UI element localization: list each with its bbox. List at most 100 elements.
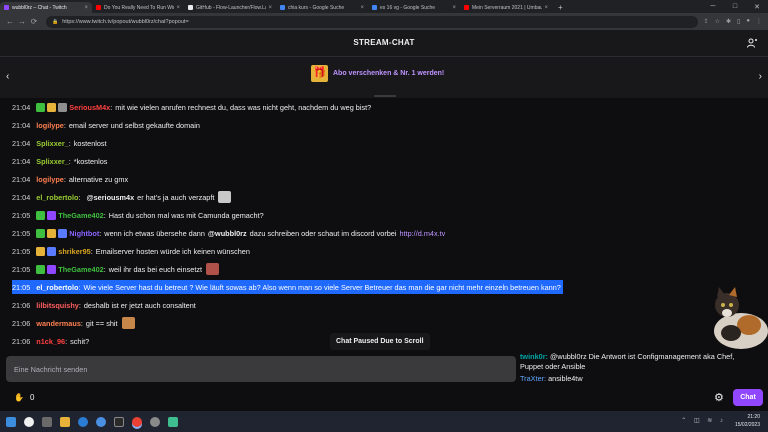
terminal-icon[interactable] <box>114 416 124 427</box>
chat-message-input[interactable]: Eine Nachricht senden <box>6 356 516 382</box>
chat-badge-icon[interactable] <box>36 228 46 238</box>
system-tray-icons[interactable]: ⌃ ◫ ≋ ♪ <box>681 417 726 424</box>
chat-username[interactable]: TheGame402 <box>58 211 103 220</box>
system-clock[interactable]: 21:20 15/02/2023 <box>735 413 760 429</box>
chat-badge-icon[interactable] <box>36 264 46 274</box>
close-tab-icon[interactable]: × <box>176 5 180 11</box>
reload-button[interactable]: ⟳ <box>28 17 40 26</box>
close-tab-icon[interactable]: × <box>84 5 88 11</box>
chat-message-row[interactable]: 21:05 Nightbot: wenn ich etwas übersehe da… <box>12 226 445 240</box>
window-controls: ─ □ ✕ <box>702 0 768 13</box>
message-timestamp: 21:04 <box>12 192 31 202</box>
edge-icon[interactable] <box>78 416 88 427</box>
chat-username[interactable]: el_robertolo <box>36 283 78 292</box>
chat-username[interactable]: Nightbot <box>69 229 99 238</box>
message-timestamp: 21:05 <box>12 282 31 292</box>
url-input[interactable]: 🔒 https://www.twitch.tv/popout/wubbl0rz/… <box>46 15 698 28</box>
search-icon[interactable] <box>24 416 34 427</box>
message-mention[interactable]: @seriousm4x <box>86 193 134 202</box>
chat-badge-icon[interactable] <box>47 210 57 220</box>
close-tab-icon[interactable]: × <box>268 5 272 11</box>
chat-message-row[interactable]: 21:05 TheGame402: weil ihr das bei euch ei… <box>12 262 220 276</box>
overlay-text: ansible4tw <box>548 374 583 383</box>
start-icon[interactable] <box>6 416 16 427</box>
chat-username[interactable]: wandermaus <box>36 319 81 328</box>
close-tab-icon[interactable]: × <box>452 5 456 11</box>
app-icon[interactable] <box>150 416 160 427</box>
message-mention[interactable]: @wubbl0rz <box>208 229 247 238</box>
chat-badge-icon[interactable] <box>36 246 46 256</box>
chat-badge-icon[interactable] <box>47 228 57 238</box>
task-view-icon[interactable] <box>42 416 52 427</box>
close-tab-icon[interactable]: × <box>360 5 364 11</box>
users-icon[interactable] <box>747 38 758 51</box>
chat-message-row[interactable]: 21:04 logilype: alternative zu gmx <box>12 172 128 186</box>
chat-badge-icon[interactable] <box>47 246 57 256</box>
chat-badge-icon[interactable] <box>47 264 57 274</box>
chat-message-row[interactable]: 21:04 el_robertolo: @seriousm4x er hat's ja… <box>12 190 232 204</box>
browser-tab[interactable]: Mein Serverraum 2021 | Umbau... × <box>460 2 552 13</box>
share-icon[interactable]: ⇪ <box>704 18 709 25</box>
gear-icon[interactable]: ⚙ <box>714 391 724 404</box>
chat-message-row[interactable]: 21:05 shriker95: Emailserver hosten würde … <box>12 244 250 258</box>
chat-username[interactable]: Splixxer_ <box>36 139 68 148</box>
chat-message-row[interactable]: 21:06 lilbitsquishy: deshalb ist er jetzt … <box>12 298 196 312</box>
tab-title: wubbl0rz – Chat - Twitch <box>12 4 67 11</box>
chat-username[interactable]: lilbitsquishy <box>36 301 79 310</box>
chat-badge-icon[interactable] <box>58 102 68 112</box>
close-tab-icon[interactable]: × <box>544 5 548 11</box>
chat-paused-indicator[interactable]: Chat Paused Due to Scroll <box>330 333 430 350</box>
gift-sub-banner[interactable]: ‹ 🎁 Abo verschenken & Nr. 1 werden! › <box>0 57 768 98</box>
message-link[interactable]: http://d.m4x.tv <box>399 229 445 238</box>
chat-username[interactable]: el_robertolo <box>36 193 78 202</box>
browser-tab[interactable]: chia kurs - Google Suche × <box>276 2 368 13</box>
star-icon[interactable]: ☆ <box>715 18 720 25</box>
browser-tab[interactable]: GitHub - Flow-Launcher/Flow.La... × <box>184 2 276 13</box>
profile-icon[interactable]: ● <box>746 18 750 25</box>
browser-tab[interactable]: es 16 vg - Google Suche × <box>368 2 460 13</box>
chat-username[interactable]: TheGame402 <box>58 265 103 274</box>
chat-message-row[interactable]: 21:05 TheGame402: Hast du schon mal was mi… <box>12 208 264 222</box>
back-button[interactable]: ← <box>4 17 16 26</box>
chat-username[interactable]: n1ck_96 <box>36 337 65 346</box>
file-explorer-icon[interactable] <box>60 416 70 427</box>
chat-username[interactable]: Splixxer_ <box>36 157 68 166</box>
maximize-button[interactable]: □ <box>724 0 746 13</box>
browser-tab[interactable]: Do You Really Need To Run Win... × <box>92 2 184 13</box>
chat-badge-icon[interactable] <box>36 210 46 220</box>
chat-badge-icon[interactable] <box>36 102 46 112</box>
emote-icon[interactable] <box>218 191 232 203</box>
banner-next-button[interactable]: › <box>759 71 762 82</box>
chat-message-row[interactable]: 21:04 Splixxer_: *kostenlos <box>12 154 107 168</box>
channel-points-button[interactable]: ✋ 0 <box>14 393 34 402</box>
chat-badge-icon[interactable] <box>58 228 68 238</box>
chat-message-row[interactable]: 21:06 wandermaus: git == shit <box>12 316 135 330</box>
chat-badge-icon[interactable] <box>47 102 57 112</box>
message-separator: : <box>63 120 66 130</box>
chat-username[interactable]: SeriousM4x <box>69 103 110 112</box>
chat-message-row[interactable]: 21:06 n1ck_96: schit? <box>12 334 89 348</box>
chat-username[interactable]: logilype <box>36 175 64 184</box>
extensions-icon[interactable]: ✱ <box>726 18 731 25</box>
emote-icon[interactable] <box>121 317 135 329</box>
emote-icon[interactable] <box>206 263 220 275</box>
send-chat-button[interactable]: Chat <box>733 389 763 406</box>
banner-prev-button[interactable]: ‹ <box>6 71 9 82</box>
browser-tab[interactable]: wubbl0rz – Chat - Twitch × <box>0 2 92 13</box>
close-window-button[interactable]: ✕ <box>746 0 768 13</box>
chat-message-row[interactable]: 21:04 logilype: email server und selbst ge… <box>12 118 200 132</box>
chat-username[interactable]: logilype <box>36 121 64 130</box>
chrome-icon[interactable] <box>132 416 142 427</box>
forward-button[interactable]: → <box>16 17 28 26</box>
menu-icon[interactable]: ⋮ <box>756 18 762 25</box>
app-icon[interactable] <box>168 416 178 427</box>
minimize-button[interactable]: ─ <box>702 0 724 13</box>
new-tab-button[interactable]: + <box>552 2 569 13</box>
chat-message-list[interactable]: 21:04 SeriousM4x: mit wie vielen anrufen r… <box>0 99 768 354</box>
chat-username[interactable]: shriker95 <box>58 247 90 256</box>
app-icon[interactable] <box>96 416 106 427</box>
chat-message-row[interactable]: 21:04 Splixxer_: kostenlost <box>12 136 107 150</box>
chat-message-row[interactable]: 21:05 el_robertolo: Wie viele Server hast … <box>12 280 563 294</box>
chat-message-row[interactable]: 21:04 SeriousM4x: mit wie vielen anrufen r… <box>12 100 371 114</box>
sidebar-icon[interactable]: ▯ <box>737 18 740 25</box>
